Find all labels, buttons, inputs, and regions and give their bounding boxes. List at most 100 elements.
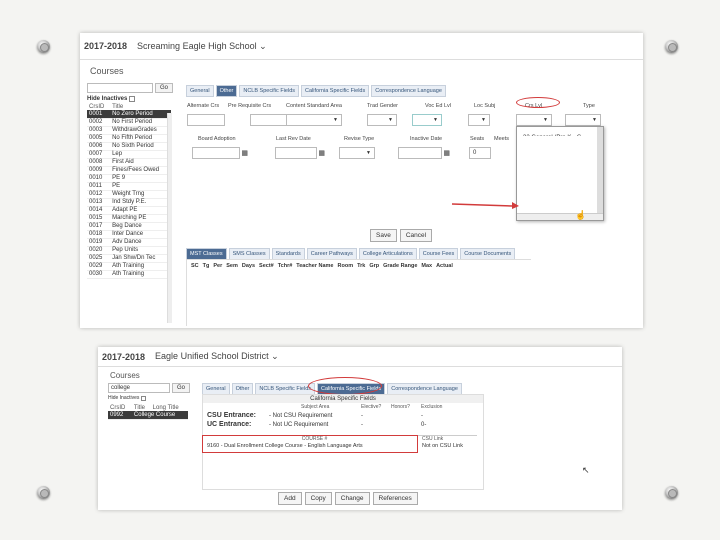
voc-ed-select[interactable]: ▼ [412,114,442,126]
table-row[interactable]: 0008 First Aid [87,158,171,167]
course-id: 0006 [87,142,111,151]
inactive-date-field[interactable]: ▦ [398,147,450,159]
table-row[interactable]: 0002 No First Period [87,118,171,127]
search-input[interactable]: college [108,383,170,393]
requirement-value[interactable]: - Not CSU Requirement [269,413,361,419]
prereq-crs-field[interactable] [250,114,288,126]
tab-nclb-specific-fields[interactable]: NCLB Specific Fields [239,85,300,97]
table-row[interactable]: 0017 Beg Dance [87,222,171,231]
table-row[interactable]: 0011 PE [87,182,171,191]
cancel-button[interactable]: Cancel [399,229,433,242]
table-row[interactable]: 0029 Ath Training [87,262,171,271]
column-header[interactable]: Per [213,263,222,269]
year-selector[interactable]: 2017-2018 [84,41,127,51]
column-header[interactable]: Actual [436,263,453,269]
exclusion-value: - [421,412,423,419]
crs-lvl-select[interactable]: ▼ [516,114,552,126]
tab-california-specific-fields[interactable]: California Specific Fields [301,85,370,97]
course-id: 0018 [87,230,111,239]
crs-lvl-dropdown[interactable]: 32 General (Pre K - G33 Gifted and Talen… [516,126,604,221]
column-header[interactable]: Tg [203,263,210,269]
table-row[interactable]: 0003 WithdrawGrades [87,126,171,135]
type-select[interactable]: ▼ [565,114,601,126]
list-scrollbar[interactable] [167,113,172,323]
school-selector[interactable]: Screaming Eagle High School ⌄ [137,41,267,52]
field-label: Voc Ed Lvl [425,103,451,109]
dropdown-scrollbar[interactable] [597,127,603,213]
dropdown-option[interactable]: 32 General (Pre K - G [520,134,600,136]
board-adoption-field[interactable]: ▦ [192,147,248,159]
table-row[interactable]: 0006 No Sixth Period [87,142,171,151]
tab-correspondence-language[interactable]: Correspondence Language [371,85,446,97]
copy-button[interactable]: Copy [304,492,332,505]
course-id: 0013 [87,198,111,207]
year-selector[interactable]: 2017-2018 [102,352,145,362]
table-row[interactable]: 0019 Adv Dance [87,238,171,247]
add-button[interactable]: Add [278,492,302,505]
field-label: Revise Type [344,136,375,142]
horizontal-scrollbar[interactable] [517,213,603,220]
column-header[interactable]: Trk [357,263,365,269]
table-row[interactable]: 0014 Adapt PE [87,206,171,215]
table-row[interactable]: 0992 College Course [108,411,188,420]
course-title: WithdrawGrades [110,126,171,135]
tab-other[interactable]: Other [215,85,238,97]
column-header[interactable]: Teacher Name [296,263,333,269]
column-header[interactable]: Sect# [259,263,274,269]
hide-inactives-checkbox[interactable] [129,96,136,102]
mouse-cursor-icon: ↖ [582,465,590,475]
table-row[interactable]: 0005 No Fifth Period [87,134,171,143]
column-header[interactable]: Room [338,263,354,269]
column-header[interactable]: Grp [369,263,379,269]
search-input[interactable] [87,83,153,93]
table-row[interactable]: 0025 Jan Shw/Dn Tec [87,254,171,263]
course-id: 0020 [87,246,111,255]
column-header[interactable]: Sem [226,263,238,269]
table-row[interactable]: 0013 Ind Stdy P.E. [87,198,171,207]
seats-field[interactable]: 0 [469,147,491,159]
table-row[interactable]: 0009 Fines/Fees Owed [87,166,171,175]
content-standard-select[interactable]: ▼ [286,114,342,126]
column-header: Elective? [361,404,382,410]
column-header[interactable]: Days [242,263,255,269]
go-button[interactable]: Go [155,83,174,93]
alternate-crs-field[interactable] [187,114,225,126]
course-id: 0029 [87,262,111,271]
course-title: Adv Dance [110,238,171,247]
elective-value: - [361,412,363,419]
course-title: Jan Shw/Dn Tec [110,254,171,263]
pointer-arrow-icon [451,202,519,209]
column-header[interactable]: Max [421,263,432,269]
column-header[interactable]: Grade Range [383,263,417,269]
references-button[interactable]: References [372,492,418,505]
tab-general[interactable]: General [186,85,214,97]
go-button[interactable]: Go [171,383,190,393]
table-row[interactable]: 0015 Marching PE [87,214,171,223]
column-header: Subject Area [301,404,330,410]
course-title: Beg Dance [110,222,171,231]
hide-inactives-checkbox[interactable] [141,395,147,401]
column-header[interactable]: SC [191,263,199,269]
course-id: 0030 [87,270,111,279]
save-button[interactable]: Save [370,229,397,242]
table-row[interactable]: 0020 Pep Units [87,246,171,255]
course-title: Ath Training [110,270,171,279]
loc-subj-select[interactable]: ▼ [468,114,490,126]
course-screen-district: 2017-2018 Eagle Unified School District … [98,347,622,510]
pushpin-icon [665,40,678,53]
table-row[interactable]: 0010 PE 9 [87,174,171,183]
table-row[interactable]: 0018 Inter Dance [87,230,171,239]
change-button[interactable]: Change [334,492,370,505]
table-row[interactable]: 0007 Lep [87,150,171,159]
district-selector[interactable]: Eagle Unified School District ⌄ [155,351,279,362]
column-header[interactable]: Tchr# [278,263,293,269]
table-row[interactable]: 0030 Ath Training [87,270,171,279]
course-title: Pep Units [110,246,171,255]
last-rev-date-field[interactable]: ▦ [275,147,325,159]
table-row[interactable]: 0001 No Zero Period [87,110,171,119]
table-row[interactable]: 0012 Weight Trng [87,190,171,199]
requirement-value[interactable]: - Not UC Requirement [269,422,361,428]
revise-type-select[interactable]: ▼ [339,147,375,159]
course-title: Adapt PE [110,206,171,215]
trad-gender-select[interactable]: ▼ [367,114,397,126]
